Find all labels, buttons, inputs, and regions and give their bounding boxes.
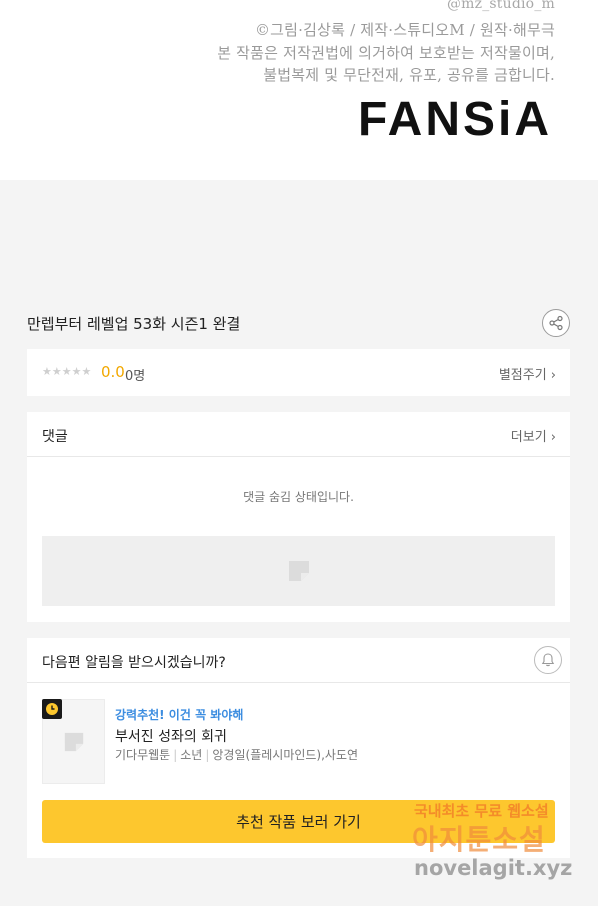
comment-header: 댓글 더보기 › [27,412,570,457]
watermark-domain: novelagit.xyz [414,856,573,880]
rating-card: ★★★★★ 0.0 0명 별점주기 › [27,349,570,396]
meta-category: 기다무웹툰 [115,748,171,762]
recommended-title[interactable]: 부서진 성좌의 회귀 [115,726,227,746]
ad-placeholder [42,536,555,606]
credit-handle: @mz_studio_m [446,0,555,12]
copyright-notice: 본 작품은 저작권법에 의거하여 보호받는 저작물이며, [217,44,555,62]
copyright-notice-2: 불법복제 및 무단전재, 유포, 공유를 금합니다. [263,66,555,84]
comment-section: 댓글 더보기 › 댓글 숨김 상태입니다. [27,412,570,622]
comment-title: 댓글 [42,429,68,445]
comment-more-button[interactable]: 더보기 › [511,426,556,445]
share-icon [549,315,563,331]
episode-title-row: 만렙부터 레벨업 53화 시즌1 완결 [27,307,572,339]
image-placeholder-icon [64,732,83,751]
meta-authors: 앙경일(플레시마인드),사도연 [212,748,359,762]
rating-stars: ★★★★★ [42,365,92,378]
episode-title: 만렙부터 레벨업 53화 시즌1 완결 [27,315,241,333]
notify-bell-button[interactable] [534,646,562,674]
image-placeholder-icon [288,561,309,581]
rating-count: 0명 [125,369,146,384]
meta-genre: 소년 [180,748,203,762]
comments-hidden-message: 댓글 숨김 상태입니다. [243,490,354,504]
publisher-logo: FANSiA [357,93,552,146]
clock-icon [46,703,58,715]
notify-question: 다음편 알림을 받으시겠습니까? [42,655,226,671]
bell-icon [541,653,555,667]
rating-score: 0.0 [101,363,125,381]
site-watermark: 국내최초 무료 웹소설 아지툰소설 novelagit.xyz [412,798,582,888]
wait-free-badge [42,699,62,719]
comic-credit-area: @mz_studio_m ©그림·김상록 / 제작·스튜디오M / 원작·해무극… [0,0,598,180]
credit-line: ©그림·김상록 / 제작·스튜디오M / 원작·해무극 [254,21,555,39]
recommended-meta: 기다무웹툰 | 소년 | 앙경일(플레시마인드),사도연 [115,748,359,762]
rate-button[interactable]: 별점주기 › [499,364,556,383]
watermark-brand: 아지툰소설 [412,823,546,856]
share-button[interactable] [542,309,570,337]
recommendation-tag: 강력추천! 이건 꼭 봐야해 [115,708,244,722]
notify-header: 다음편 알림을 받으시겠습니까? [27,638,570,683]
